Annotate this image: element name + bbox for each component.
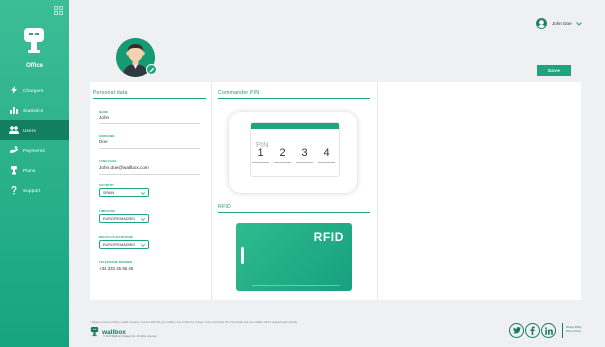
sidebar-item-payments[interactable]: Payments	[0, 140, 69, 160]
footer-copyright: © 2019 Wallbox Chargers SL. All rights r…	[103, 335, 157, 338]
twitter-icon[interactable]	[509, 323, 524, 338]
footer-links: Privacy Policy Terms of Use	[566, 326, 582, 334]
timezone-label: Timezone	[99, 209, 116, 213]
sidebar-item-users[interactable]: Users	[0, 120, 69, 140]
pin-underline	[318, 162, 335, 163]
pin-digit[interactable]: 2	[274, 147, 291, 159]
office-label: Office	[25, 63, 43, 69]
language-label: Language	[99, 159, 117, 163]
chevron-down-icon	[141, 191, 145, 195]
chevron-down-icon	[141, 243, 145, 247]
sidebar-item-plans[interactable]: Plans	[0, 160, 69, 180]
telephone-label: Telephone number	[99, 260, 133, 264]
bolt-icon	[9, 85, 19, 95]
footer-note: * Please connect a SIM to enable chargin…	[90, 321, 298, 324]
pin-digit[interactable]: 4	[318, 147, 335, 159]
defaults-datezone-value: EUROPE/MADRID	[103, 242, 136, 247]
rfid-card: RFID	[236, 223, 352, 291]
payments-icon	[9, 145, 19, 155]
defaults-datezone-select[interactable]: EUROPE/MADRID	[99, 240, 149, 249]
country-select[interactable]: SPAIN	[99, 188, 149, 197]
pin-underline	[252, 162, 269, 163]
chevron-down-icon	[141, 217, 145, 221]
surname-label: Surname	[99, 134, 115, 138]
avatar	[536, 18, 547, 29]
sidebar: Office Chargers Statistics Users Payment…	[0, 0, 69, 347]
pin-underline	[296, 162, 313, 163]
column-divider	[211, 82, 212, 300]
surname-field[interactable]: Doe	[99, 139, 108, 144]
language-field[interactable]: John.doe@wallbox.com	[99, 165, 149, 170]
field-underline	[99, 148, 200, 149]
plans-icon	[9, 165, 19, 175]
sidebar-item-label: Payments	[23, 147, 46, 153]
rfid-sheen	[252, 285, 340, 286]
sidebar-item-label: Plans	[23, 167, 36, 173]
name-label: Name	[99, 110, 109, 114]
section-title-rfid: RFID	[218, 204, 231, 210]
wallbox-logo-icon	[24, 28, 44, 53]
section-underline	[218, 212, 370, 213]
section-title-personal-data: Personal data	[93, 90, 128, 96]
sidebar-item-label: Users	[23, 127, 36, 133]
grid-icon[interactable]	[54, 6, 63, 15]
sidebar-item-label: Support	[23, 187, 41, 193]
sidebar-item-statistics[interactable]: Statistics	[0, 100, 69, 120]
pin-digit[interactable]: 1	[252, 147, 269, 159]
chevron-down-icon	[575, 21, 582, 26]
sidebar-item-support[interactable]: Support	[0, 180, 69, 200]
sidebar-item-label: Chargers	[23, 87, 44, 93]
wallbox-logo-icon	[90, 327, 99, 337]
country-value: SPAIN	[103, 190, 115, 195]
sidebar-item-chargers[interactable]: Chargers	[0, 80, 69, 100]
name-field[interactable]: John	[99, 115, 109, 120]
sidebar-nav: Chargers Statistics Users Payments Plans	[0, 80, 69, 200]
defaults-datezone-label: Defaults datezone	[99, 235, 133, 239]
facebook-icon[interactable]	[525, 323, 540, 338]
column-divider	[377, 82, 378, 300]
pin-underline	[274, 162, 291, 163]
users-icon	[9, 125, 19, 135]
question-icon	[9, 185, 19, 195]
timezone-value: EUROPE/MADRID	[103, 216, 136, 221]
user-menu[interactable]: John Doe	[536, 18, 582, 29]
telephone-field[interactable]: +34 333 45 65 45	[99, 266, 133, 271]
section-underline	[218, 98, 370, 99]
sidebar-item-label: Statistics	[23, 107, 44, 113]
pencil-icon	[149, 67, 154, 72]
save-button[interactable]: Save	[537, 65, 571, 76]
linkedin-icon[interactable]	[541, 323, 556, 338]
pin-digit[interactable]: 3	[296, 147, 313, 159]
timezone-select[interactable]: EUROPE/MADRID	[99, 214, 149, 223]
rfid-card-label: RFID	[313, 230, 344, 244]
section-title-commander-pin: Commander PIN	[218, 90, 260, 96]
field-underline	[99, 174, 200, 175]
edit-avatar-button[interactable]	[146, 64, 157, 75]
terms-link[interactable]: Terms of Use	[566, 330, 582, 334]
bar-chart-icon	[9, 105, 19, 115]
user-name: John Doe	[552, 21, 572, 26]
rfid-slot	[241, 247, 244, 264]
country-label: Country	[99, 183, 115, 187]
footer-separator	[562, 323, 563, 338]
section-underline	[93, 98, 206, 99]
field-underline	[99, 123, 200, 124]
